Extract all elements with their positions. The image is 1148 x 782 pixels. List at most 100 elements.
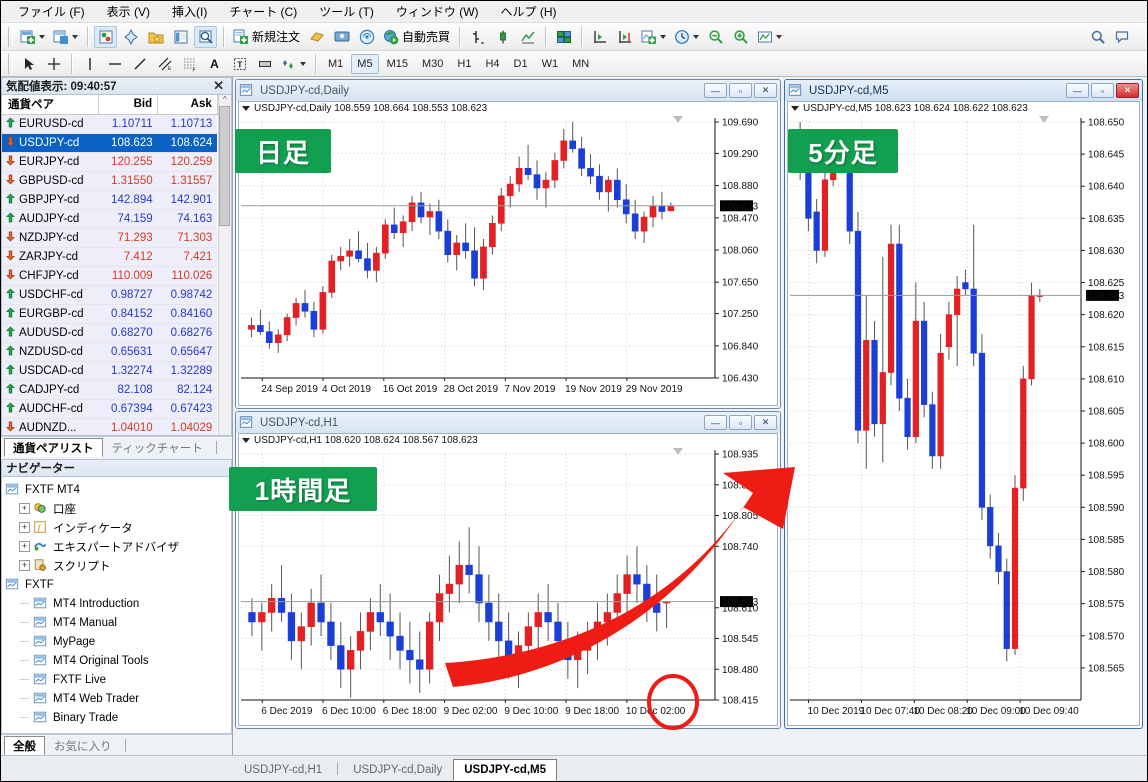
tab-tick-chart[interactable]: ティックチャート xyxy=(103,438,212,457)
minimize-button[interactable]: — xyxy=(704,83,727,98)
table-row[interactable]: GBPUSD-cd1.315501.31557 xyxy=(2,171,217,190)
minimize-button[interactable]: — xyxy=(704,415,727,430)
table-row[interactable]: USDCAD-cd1.322741.32289 xyxy=(2,361,217,380)
table-row[interactable]: CHFJPY-cd110.009110.026 xyxy=(2,266,217,285)
menu-tools[interactable]: ツール (T) xyxy=(308,1,385,22)
table-row[interactable]: ZARJPY-cd7.4127.421 xyxy=(2,247,217,266)
close-button[interactable]: ✕ xyxy=(754,83,777,98)
timeframe-h4[interactable]: H4 xyxy=(479,54,505,74)
close-button[interactable]: ✕ xyxy=(754,415,777,430)
collapse-icon[interactable] xyxy=(242,438,250,443)
column-header-ask[interactable]: Ask xyxy=(158,95,218,114)
period-icon[interactable] xyxy=(671,26,702,48)
collapse-icon[interactable] xyxy=(242,106,250,111)
table-row[interactable]: GBPJPY-cd142.894142.901 xyxy=(2,190,217,209)
close-button[interactable]: ✕ xyxy=(1116,83,1139,98)
chevron-down-icon[interactable] xyxy=(72,35,78,39)
timeframe-w1[interactable]: W1 xyxy=(536,54,565,74)
chevron-down-icon[interactable] xyxy=(660,35,666,39)
scrollbar-thumb[interactable] xyxy=(219,106,230,226)
tab-symbol-list[interactable]: 通貨ペアリスト xyxy=(4,438,103,457)
table-row[interactable]: EURGBP-cd0.841520.84160 xyxy=(2,304,217,323)
new-order-button[interactable]: 新規注文 xyxy=(230,26,303,48)
table-row[interactable]: USDJPY-cd108.623108.624 xyxy=(2,133,217,152)
chat-icon[interactable] xyxy=(1111,26,1134,48)
equidistant-channel-icon[interactable]: E xyxy=(153,53,176,75)
zoom-out-icon[interactable] xyxy=(704,26,727,48)
menu-help[interactable]: ヘルプ (H) xyxy=(490,1,568,22)
history-icon[interactable] xyxy=(305,26,328,48)
candlestick-icon[interactable] xyxy=(491,26,514,48)
expand-icon[interactable]: + xyxy=(19,503,30,514)
column-header-symbol[interactable]: 通貨ペア xyxy=(2,95,98,114)
m5-chart-canvas[interactable]: 108.650108.645108.640108.635108.630108.6… xyxy=(788,102,1139,724)
chevron-down-icon[interactable] xyxy=(300,62,306,66)
scroll-up-icon[interactable]: ^ xyxy=(223,95,227,104)
line-chart-icon[interactable] xyxy=(516,26,539,48)
timeframe-h1[interactable]: H1 xyxy=(451,54,477,74)
table-row[interactable]: AUDJPY-cd74.15974.163 xyxy=(2,209,217,228)
timeframe-m15[interactable]: M15 xyxy=(381,54,414,74)
menu-chart[interactable]: チャート (C) xyxy=(218,1,308,22)
timeframe-d1[interactable]: D1 xyxy=(508,54,534,74)
navigator-icon[interactable] xyxy=(194,26,217,48)
shift-end-icon[interactable] xyxy=(613,26,636,48)
navigator-item-2[interactable]: +fインディケータ xyxy=(5,518,231,537)
column-header-bid[interactable]: Bid xyxy=(98,95,158,114)
maximize-button[interactable]: ▫ xyxy=(729,415,752,430)
menu-window[interactable]: ウィンドウ (W) xyxy=(385,1,490,22)
indicators-icon[interactable] xyxy=(638,26,669,48)
table-row[interactable]: NZDUSD-cd0.656310.65647 xyxy=(2,342,217,361)
h1-window-titlebar[interactable]: USDJPY-cd,H1 — ▫ ✕ xyxy=(236,412,780,433)
navigator-item-6[interactable]: ····MT4 Introduction xyxy=(5,594,231,613)
chart-window-m5[interactable]: USDJPY-cd,M5 — ▫ ✕ 108.650108.645108.640… xyxy=(784,79,1143,729)
search-icon[interactable] xyxy=(1086,26,1109,48)
signals-icon[interactable] xyxy=(355,26,378,48)
navigator-item-8[interactable]: ····MyPage xyxy=(5,632,231,651)
table-row[interactable]: USDCHF-cd0.987270.98742 xyxy=(2,285,217,304)
favorites-icon[interactable] xyxy=(144,26,167,48)
daily-window-titlebar[interactable]: USDJPY-cd,Daily — ▫ ✕ xyxy=(236,80,780,101)
table-row[interactable]: CADJPY-cd82.10882.124 xyxy=(2,380,217,399)
navigator-item-10[interactable]: ····FXTF Live xyxy=(5,670,231,689)
cursor-icon[interactable] xyxy=(17,53,40,75)
terminal-icon[interactable] xyxy=(330,26,353,48)
tab-favorites[interactable]: お気に入り xyxy=(45,736,121,755)
navigator-item-7[interactable]: ····MT4 Manual xyxy=(5,613,231,632)
navigator-item-4[interactable]: +スクリプト xyxy=(5,556,231,575)
templates-icon[interactable] xyxy=(754,26,785,48)
menu-view[interactable]: 表示 (V) xyxy=(96,1,161,22)
navigator-item-9[interactable]: ····MT4 Original Tools xyxy=(5,651,231,670)
market-watch-scrollbar[interactable]: ^ xyxy=(218,95,231,435)
timeframe-mn[interactable]: MN xyxy=(566,54,595,74)
minimize-button[interactable]: — xyxy=(1066,83,1089,98)
table-row[interactable]: AUDNZD...1.040101.04029 xyxy=(2,418,217,436)
tile-windows-icon[interactable] xyxy=(552,26,575,48)
close-icon[interactable]: ✕ xyxy=(210,78,227,94)
autotrade-button[interactable]: 自動売買 xyxy=(380,26,453,48)
navigator-item-11[interactable]: ····MT4 Web Trader xyxy=(5,689,231,708)
bottom-tab-m5[interactable]: USDJPY-cd,M5 xyxy=(453,759,557,781)
chevron-down-icon[interactable] xyxy=(776,35,782,39)
expand-icon[interactable]: + xyxy=(19,522,30,533)
new-chart-icon[interactable] xyxy=(17,26,48,48)
navigator-item-0[interactable]: FXTF MT4 xyxy=(5,480,231,499)
navigator-item-3[interactable]: +エキスパートアドバイザ xyxy=(5,537,231,556)
navigator-item-5[interactable]: FXTF xyxy=(5,575,231,594)
maximize-button[interactable]: ▫ xyxy=(1091,83,1114,98)
menu-file[interactable]: ファイル (F) xyxy=(7,1,96,22)
m5-chart-body[interactable]: 108.650108.645108.640108.635108.630108.6… xyxy=(787,101,1140,726)
rectangle-icon[interactable] xyxy=(253,53,276,75)
expand-icon[interactable]: + xyxy=(19,541,30,552)
toolbar-grip[interactable] xyxy=(8,54,13,74)
timeframe-m1[interactable]: M1 xyxy=(322,54,349,74)
table-row[interactable]: EURUSD-cd1.107111.10713 xyxy=(2,114,217,133)
expand-icon[interactable]: + xyxy=(19,560,30,571)
collapse-icon[interactable] xyxy=(791,106,799,111)
chart-window-h1[interactable]: USDJPY-cd,H1 — ▫ ✕ 108.935108.870108.805… xyxy=(235,411,781,729)
menu-insert[interactable]: 挿入(I) xyxy=(161,1,218,22)
chevron-down-icon[interactable] xyxy=(693,35,699,39)
maximize-button[interactable]: ▫ xyxy=(729,83,752,98)
tab-general[interactable]: 全般 xyxy=(4,736,45,755)
chevron-down-icon[interactable] xyxy=(39,35,45,39)
